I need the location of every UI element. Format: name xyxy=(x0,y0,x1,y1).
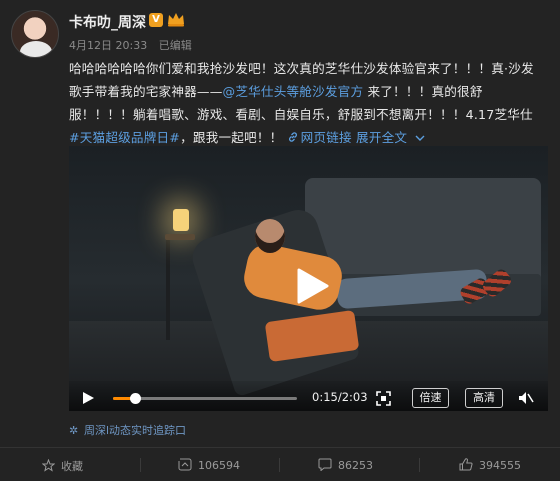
repost-icon xyxy=(178,458,192,471)
quality-button[interactable]: 高清 xyxy=(465,388,503,408)
action-separator xyxy=(419,458,420,472)
lamp-base xyxy=(165,234,195,240)
post-text-part3: ，跟我一起吧！！ xyxy=(180,130,283,145)
person-head xyxy=(255,219,285,253)
speed-button[interactable]: 倍速 xyxy=(412,388,449,408)
video-player[interactable]: 0:15/2:03 倍速 高清 xyxy=(69,146,548,411)
comment-button[interactable]: 86253 xyxy=(318,458,373,472)
thumbs-up-icon xyxy=(459,458,473,471)
comment-icon xyxy=(318,458,332,472)
play-overlay-icon[interactable] xyxy=(291,266,331,306)
author-name[interactable]: 卡布叻_周深 xyxy=(69,12,146,32)
play-icon[interactable] xyxy=(81,391,95,405)
lamp xyxy=(173,209,189,231)
expand-full-text[interactable]: 展开全文 xyxy=(356,130,425,145)
star-icon xyxy=(41,458,56,472)
time-readout: 0:15/2:03 xyxy=(312,390,368,404)
link-icon xyxy=(288,132,297,142)
mention-link[interactable]: @芝华仕头等舱沙发官方 xyxy=(223,84,364,99)
fullscreen-icon[interactable] xyxy=(376,391,391,406)
post-text: 哈哈哈哈哈哈你们爱和我抢沙发吧！这次真的芝华仕沙发体验官来了！！！真·沙发歌手带… xyxy=(69,57,537,149)
mute-icon[interactable] xyxy=(518,390,534,406)
divider xyxy=(0,447,560,448)
action-separator xyxy=(279,458,280,472)
chevron-down-icon xyxy=(415,135,425,141)
expand-label: 展开全文 xyxy=(356,130,408,145)
hashtag-link[interactable]: #天猫超级品牌日# xyxy=(69,130,180,145)
comment-count: 86253 xyxy=(338,459,373,472)
web-link-label: 网页链接 xyxy=(300,130,352,145)
repost-button[interactable]: 106594 xyxy=(178,458,240,472)
like-count: 394555 xyxy=(479,459,521,472)
source-line[interactable]: ✲ 周深l动态实时追踪口 xyxy=(69,422,186,438)
source-label: 周深l动态实时追踪口 xyxy=(84,424,187,437)
web-link[interactable]: 网页链接 xyxy=(287,130,352,145)
edited-label[interactable]: 已编辑 xyxy=(159,39,192,52)
crown-icon xyxy=(168,13,184,27)
avatar[interactable] xyxy=(11,10,59,58)
like-button[interactable]: 394555 xyxy=(459,458,521,472)
progress-handle[interactable] xyxy=(130,393,142,404)
verified-icon: V xyxy=(149,13,163,27)
gear-icon: ✲ xyxy=(69,424,79,437)
weibo-post-card: 卡布叻_周深 V 4月12日 20:33 已编辑 哈哈哈哈哈哈你们爱和我抢沙发吧… xyxy=(0,0,560,481)
favorite-button[interactable]: 收藏 xyxy=(41,458,83,474)
favorite-label: 收藏 xyxy=(61,460,83,473)
action-separator xyxy=(140,458,141,472)
post-meta: 4月12日 20:33 已编辑 xyxy=(69,37,200,53)
side-table xyxy=(166,240,170,340)
repost-count: 106594 xyxy=(198,459,240,472)
post-date[interactable]: 4月12日 20:33 xyxy=(69,39,147,52)
progress-bar[interactable] xyxy=(113,393,297,404)
